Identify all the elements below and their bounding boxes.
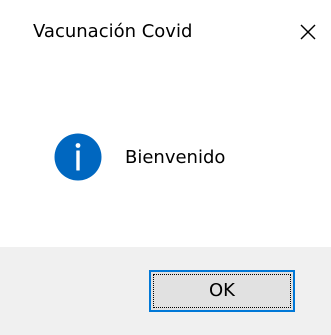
window-title: Vacunación Covid: [33, 21, 193, 42]
close-icon: [300, 24, 316, 40]
title-bar[interactable]: Vacunación Covid: [0, 0, 331, 66]
close-button[interactable]: [285, 10, 331, 54]
dialog-footer: OK: [0, 247, 331, 335]
ok-button[interactable]: OK: [149, 270, 295, 312]
dialog-message: Bienvenido: [125, 147, 226, 168]
info-icon: [54, 133, 102, 181]
message-dialog: Vacunación Covid Bienvenido OK: [0, 0, 331, 335]
dialog-content: Bienvenido: [0, 66, 331, 247]
ok-button-label: OK: [209, 280, 235, 301]
